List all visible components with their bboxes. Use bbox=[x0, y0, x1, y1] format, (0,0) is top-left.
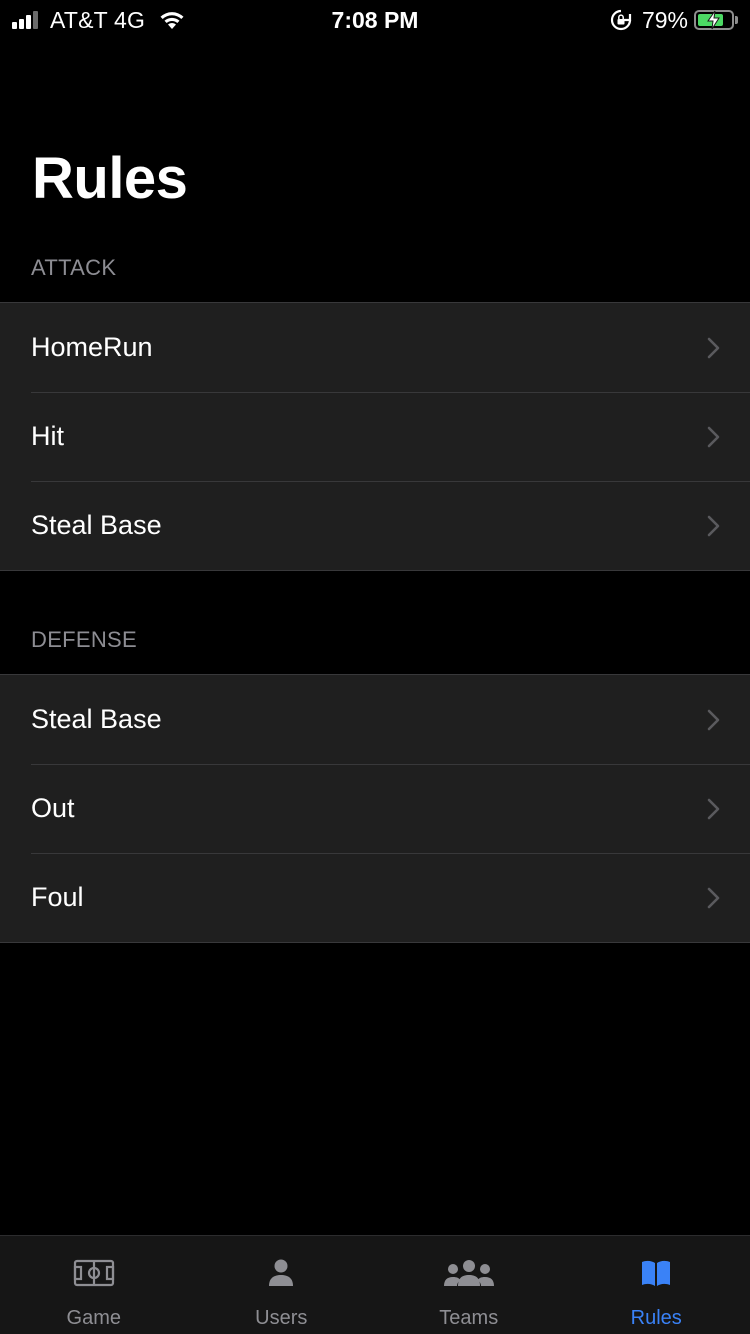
list-item-label: Hit bbox=[31, 421, 64, 451]
chevron-right-icon bbox=[707, 515, 720, 536]
list-item-foul[interactable]: Foul bbox=[0, 853, 750, 942]
section-header-defense: DEFENSE bbox=[31, 627, 138, 652]
page-title: Rules bbox=[32, 146, 188, 211]
bolt-icon bbox=[707, 10, 720, 30]
battery-percent: 79% bbox=[641, 6, 688, 33]
section-list-attack: HomeRun Hit Steal Base bbox=[0, 302, 750, 571]
tab-label: Rules bbox=[630, 1307, 682, 1329]
list-item-label: Steal Base bbox=[31, 510, 162, 540]
chevron-right-icon bbox=[707, 426, 720, 447]
tab-bar: Game Users Teams Rules bbox=[0, 1235, 750, 1334]
list-item-out[interactable]: Out bbox=[0, 764, 750, 853]
list-item-hit[interactable]: Hit bbox=[0, 392, 750, 481]
tab-label: Teams bbox=[439, 1307, 499, 1329]
chevron-right-icon bbox=[707, 887, 720, 908]
person-icon bbox=[269, 1259, 294, 1286]
book-icon bbox=[642, 1260, 671, 1286]
section-list-defense: Steal Base Out Foul bbox=[0, 674, 750, 943]
tab-teams[interactable]: Teams bbox=[375, 1236, 563, 1334]
tab-label: Users bbox=[255, 1307, 308, 1329]
tab-users[interactable]: Users bbox=[188, 1236, 376, 1334]
tab-rules[interactable]: Rules bbox=[563, 1236, 750, 1334]
field-icon bbox=[73, 1259, 114, 1287]
battery-cap bbox=[735, 16, 738, 24]
list-item-label: Foul bbox=[31, 882, 84, 912]
tab-game[interactable]: Game bbox=[0, 1236, 188, 1334]
list-item-steal-base[interactable]: Steal Base bbox=[0, 481, 750, 570]
chevron-right-icon bbox=[707, 709, 720, 730]
rotation-lock-icon bbox=[610, 9, 632, 31]
status-bar: AT&T 4G 7:08 PM 79% bbox=[0, 0, 750, 40]
tab-label: Game bbox=[66, 1307, 121, 1329]
chevron-right-icon bbox=[707, 798, 720, 819]
status-bar-right: 79% bbox=[610, 6, 738, 34]
list-item-steal-base[interactable]: Steal Base bbox=[0, 675, 750, 764]
group-icon bbox=[443, 1260, 494, 1286]
section-header-attack: ATTACK bbox=[31, 255, 117, 280]
list-item-label: HomeRun bbox=[31, 332, 153, 362]
list-item-homerun[interactable]: HomeRun bbox=[0, 303, 750, 392]
battery-charging-icon bbox=[694, 10, 734, 30]
list-item-label: Out bbox=[31, 793, 75, 823]
list-item-label: Steal Base bbox=[31, 704, 162, 734]
chevron-right-icon bbox=[707, 337, 720, 358]
